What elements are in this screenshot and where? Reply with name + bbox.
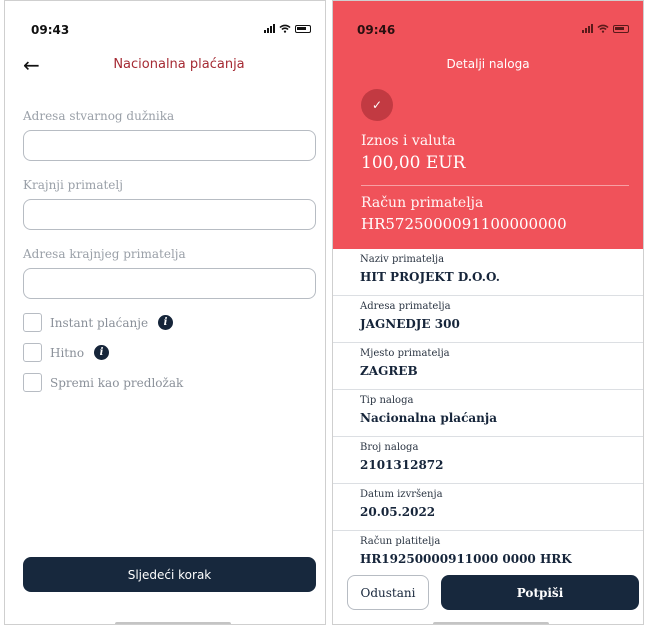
status-time: 09:43	[31, 23, 70, 37]
detail-row: Datum izvršenja 20.05.2022	[333, 484, 643, 531]
wifi-icon	[279, 24, 291, 33]
detail-row: Broj naloga 2101312872	[333, 437, 643, 484]
order-details-list: Naziv primatelja HIT PROJEKT D.O.O. Adre…	[333, 249, 643, 578]
save-template-checkbox[interactable]	[23, 373, 42, 392]
urgent-checkbox[interactable]	[23, 343, 42, 362]
debtor-address-input[interactable]	[23, 130, 316, 161]
detail-value: HR19250000911000 0000 HRK	[360, 552, 572, 566]
detail-value: ZAGREB	[360, 364, 418, 378]
detail-value: 2101312872	[360, 458, 444, 472]
payment-form-screen: 09:43 ← Nacionalna plaćanja Adresa stvar…	[4, 0, 326, 625]
status-time: 09:46	[357, 23, 396, 37]
battery-icon	[613, 24, 629, 33]
signal-icon	[582, 24, 593, 33]
detail-label: Adresa primatelja	[360, 301, 451, 312]
urgent-option: Hitno i	[23, 343, 110, 362]
page-title: Nacionalna plaćanja	[113, 57, 245, 72]
detail-label: Tip naloga	[360, 395, 414, 406]
next-step-button[interactable]: Sljedeći korak	[23, 557, 316, 592]
detail-row: Adresa primatelja JAGNEDJE 300	[333, 296, 643, 343]
field-label-recipient-address: Adresa krajnjeg primatelja	[23, 247, 186, 261]
battery-icon	[295, 24, 311, 33]
cancel-button[interactable]: Odustani	[347, 575, 429, 610]
detail-value: JAGNEDJE 300	[360, 317, 460, 331]
amount-value: 100,00 EUR	[361, 153, 466, 173]
detail-value: Nacionalna plaćanja	[360, 411, 497, 425]
save-template-option: Spremi kao predložak	[23, 373, 183, 392]
sign-button[interactable]: Potpiši	[441, 575, 639, 610]
detail-value: HIT PROJEKT D.O.O.	[360, 270, 500, 284]
screen-divider	[327, 0, 331, 625]
page-title: Detalji naloga	[446, 57, 530, 71]
final-recipient-address-input[interactable]	[23, 268, 316, 299]
system-icons	[264, 24, 311, 33]
detail-row: Naziv primatelja HIT PROJEKT D.O.O.	[333, 249, 643, 296]
detail-label: Datum izvršenja	[360, 489, 443, 500]
status-bar: 09:46	[333, 1, 643, 41]
recipient-account-label: Račun primatelja	[361, 195, 484, 211]
detail-value: 20.05.2022	[360, 505, 436, 519]
save-template-label: Spremi kao predložak	[50, 375, 184, 390]
detail-row: Tip naloga Nacionalna plaćanja	[333, 390, 643, 437]
info-icon[interactable]: i	[158, 315, 174, 330]
signal-icon	[264, 24, 275, 33]
instant-payment-label: Instant plaćanje	[50, 315, 149, 330]
urgent-label: Hitno	[50, 345, 85, 360]
recipient-account-value: HR5725000091100000000	[361, 215, 567, 233]
detail-label: Mjesto primatelja	[360, 348, 450, 359]
checkmark-icon: ✓	[361, 89, 393, 121]
field-label-debtor-address: Adresa stvarnog dužnika	[23, 109, 175, 123]
detail-label: Broj naloga	[360, 442, 419, 453]
system-icons	[582, 24, 629, 33]
instant-payment-checkbox[interactable]	[23, 313, 42, 332]
info-icon[interactable]: i	[94, 345, 110, 360]
detail-row: Mjesto primatelja ZAGREB	[333, 343, 643, 390]
header-divider	[361, 185, 629, 186]
detail-label: Naziv primatelja	[360, 254, 445, 265]
instant-payment-option: Instant plaćanje i	[23, 313, 174, 332]
detail-row: Račun platitelja HR19250000911000 0000 H…	[333, 531, 643, 578]
order-details-screen: 09:46 Detalji naloga ✓ Iznos i valuta 10…	[332, 0, 644, 625]
status-bar: 09:43	[5, 1, 325, 41]
field-label-final-recipient: Krajnji primatelj	[23, 178, 123, 192]
amount-label: Iznos i valuta	[361, 133, 456, 149]
final-recipient-input[interactable]	[23, 199, 316, 230]
detail-label: Račun platitelja	[360, 536, 441, 547]
wifi-icon	[597, 24, 609, 33]
